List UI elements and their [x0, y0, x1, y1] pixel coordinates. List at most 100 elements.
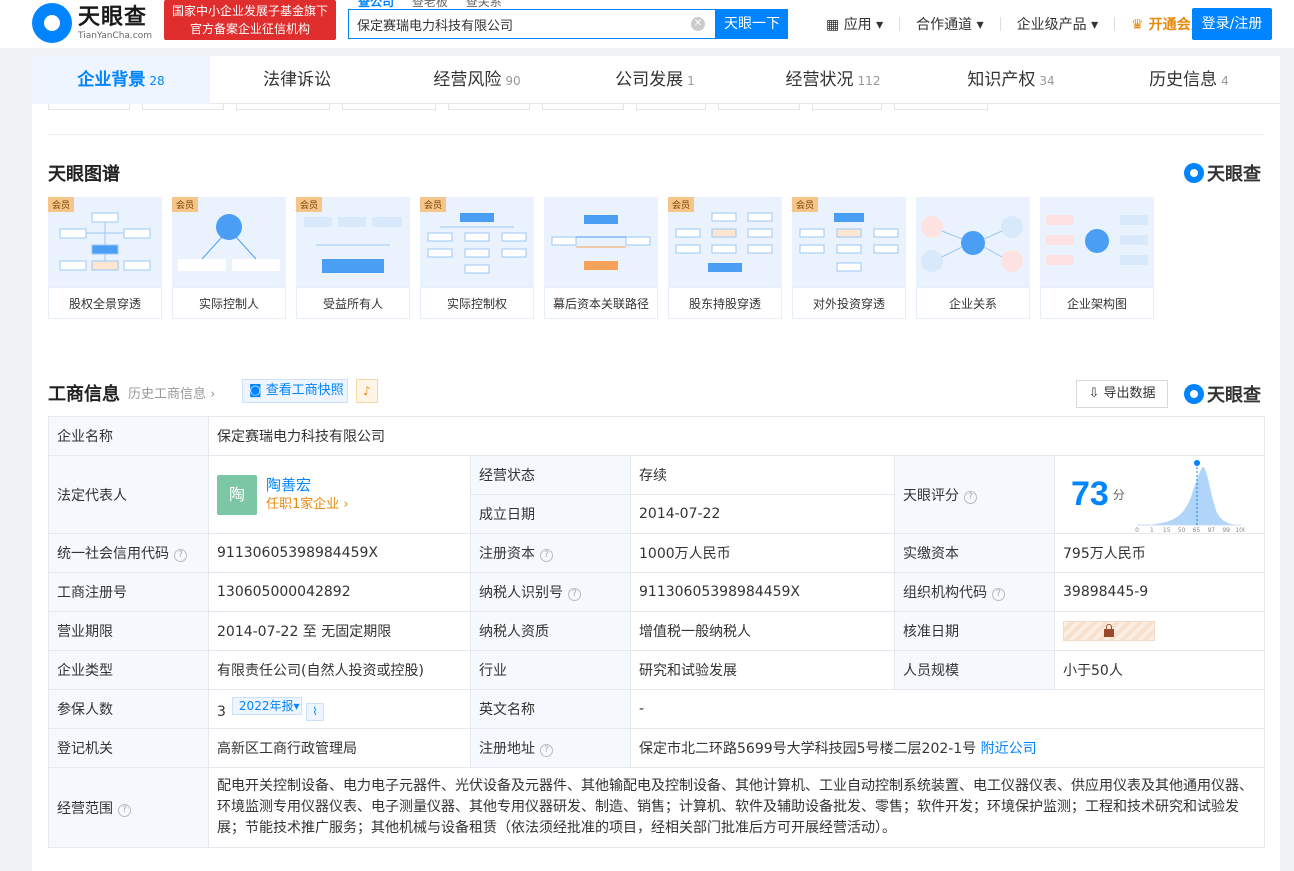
- relation-diagram-icon: [921, 216, 1023, 272]
- graph-brand: 天眼查: [1184, 160, 1261, 186]
- score-tick-label: 97: [1207, 527, 1215, 533]
- help-icon[interactable]: ?: [540, 744, 553, 757]
- official-badge[interactable]: 国家中小企业发展子基金旗下 官方备案企业征信机构: [164, 0, 336, 40]
- founded-date: 2014-07-22: [630, 494, 895, 534]
- graph-section-title: 天眼图谱: [48, 164, 120, 185]
- tianyan-score[interactable]: 73 分 0 1 15 50 65 97 99 100: [1054, 455, 1265, 534]
- nearby-companies-link[interactable]: 附近公司: [981, 741, 1037, 757]
- site-logo[interactable]: 天眼查 TianYanCha.com: [32, 3, 152, 43]
- help-icon[interactable]: ?: [992, 588, 1005, 601]
- english-name: -: [630, 689, 1265, 729]
- org-code: 39898445-9: [1054, 572, 1265, 612]
- lock-icon: [1104, 624, 1114, 637]
- search-input[interactable]: 保定赛瑞电力科技有限公司 ✕: [348, 9, 716, 39]
- graph-card-controller[interactable]: 会员 实际控制人: [172, 197, 286, 319]
- rep-name-link[interactable]: 陶善宏: [266, 475, 349, 495]
- avatar[interactable]: 陶: [217, 474, 257, 515]
- tab-legal[interactable]: 法律诉讼: [210, 56, 388, 104]
- badge-line1: 国家中小企业发展子基金旗下: [171, 4, 328, 18]
- registered-address: 保定市北二环路5699号大学科技园5号楼二层202-1号 附近公司: [630, 728, 1265, 768]
- logo-en: TianYanCha.com: [78, 30, 153, 41]
- graph-cards: 会员 股权全景穿透 会员 实际控制人 会员 受益所有人 会员 实际控制权 幕后资…: [48, 197, 1164, 319]
- graph-card-relation[interactable]: 企业关系: [916, 197, 1030, 319]
- tab-risk[interactable]: 经营风险 90: [388, 56, 566, 104]
- registered-capital: 1000万人民币: [630, 533, 895, 573]
- tab-operation[interactable]: 经营状况 112: [744, 56, 922, 104]
- nav-partner[interactable]: 合作通道 ▾: [916, 14, 983, 34]
- graph-card-capital-path[interactable]: 幕后资本关联路径: [544, 197, 658, 319]
- business-scope: 配电开关控制设备、电力电子元器件、光伏设备及元器件、其他输配电及控制设备、其他计…: [208, 767, 1265, 848]
- taxpayer-id: 91130605398984459X: [630, 572, 895, 612]
- graph-card-beneficiary[interactable]: 会员 受益所有人: [296, 197, 410, 319]
- cut-off-chips: [48, 104, 1000, 110]
- nav-apps[interactable]: ▦ 应用 ▾: [826, 14, 883, 34]
- equity-diagram-icon: [59, 212, 151, 271]
- status-value: 存续: [630, 455, 895, 495]
- registration-authority: 高新区工商行政管理局: [208, 728, 471, 768]
- score-distribution-chart: 0 1 15 50 65 97 99 100: [1135, 459, 1245, 533]
- badge-line2: 官方备案企业征信机构: [189, 22, 310, 36]
- tab-history[interactable]: 历史信息 4: [1100, 56, 1278, 104]
- beneficiary-diagram-icon: [304, 217, 402, 273]
- info-section-title: 工商信息: [48, 384, 120, 405]
- business-term: 2014-07-22 至 无固定期限: [208, 611, 471, 651]
- score-tick-label: 100: [1235, 527, 1245, 533]
- control-right-diagram-icon: [427, 213, 527, 274]
- login-button[interactable]: 登录/注册: [1192, 8, 1272, 40]
- info-brand: 天眼查: [1184, 381, 1261, 407]
- nav-enterprise[interactable]: 企业级产品 ▾: [1017, 14, 1098, 34]
- help-icon[interactable]: ?: [540, 549, 553, 562]
- graph-card-control-right[interactable]: 会员 实际控制权: [420, 197, 534, 319]
- graph-card-equity[interactable]: 会员 股权全景穿透: [48, 197, 162, 319]
- info-section-header: 工商信息 历史工商信息 › ◙ 查看工商快照 ♪ ⇩ 导出数据 天眼查: [48, 376, 1264, 408]
- taxpayer-qualification: 增值税一般纳税人: [630, 611, 895, 651]
- help-icon[interactable]: ?: [568, 588, 581, 601]
- score-tick-label: 1: [1150, 527, 1154, 533]
- snapshot-button[interactable]: ◙ 查看工商快照: [242, 379, 348, 403]
- bell-icon[interactable]: ♪: [356, 379, 378, 403]
- score-tick-label: 99: [1222, 527, 1230, 533]
- help-icon[interactable]: ?: [174, 549, 187, 562]
- graph-card-investment[interactable]: 会员 对外投资穿透: [792, 197, 906, 319]
- score-tick-label: 0: [1135, 527, 1139, 533]
- export-button[interactable]: ⇩ 导出数据: [1076, 380, 1168, 408]
- score-tick-label: 15: [1163, 527, 1171, 533]
- credit-code: 91130605398984459X: [208, 533, 471, 573]
- divider: [48, 134, 1264, 135]
- brand-eye-icon: [1184, 163, 1204, 183]
- logo-eye-icon: [32, 3, 72, 43]
- investment-diagram-icon: [799, 213, 899, 272]
- tab-development[interactable]: 公司发展 1: [566, 56, 744, 104]
- search-tab-boss[interactable]: 查老板: [412, 0, 448, 9]
- help-icon[interactable]: ?: [118, 803, 131, 817]
- shareholder-diagram-icon: [675, 212, 773, 272]
- search-button[interactable]: 天眼一下: [716, 9, 788, 39]
- tab-ip[interactable]: 知识产权 34: [922, 56, 1100, 104]
- history-link[interactable]: 历史工商信息 ›: [128, 383, 215, 402]
- brand-eye-icon: [1184, 384, 1204, 404]
- search-tab-relation[interactable]: 查关系: [466, 0, 502, 9]
- rep-jobs-link[interactable]: 任职1家企业 ›: [266, 495, 349, 515]
- company-type: 有限责任公司(自然人投资或控股): [208, 650, 471, 690]
- graph-card-structure[interactable]: 企业架构图: [1040, 197, 1154, 319]
- main-card: 企业背景 28 法律诉讼 经营风险 90 公司发展 1 经营状况 112 知识产权 34 …: [32, 56, 1280, 871]
- score-tick-label: 65: [1192, 527, 1200, 533]
- registration-number: 130605000042892: [208, 572, 471, 612]
- search-value: 保定赛瑞电力科技有限公司: [357, 18, 514, 34]
- header-nav: ▦ 应用 ▾ 合作通道 ▾ 企业级产品 ▾ ♛ 开通会员 ▾: [826, 14, 1232, 34]
- section-tabs: 企业背景 28 法律诉讼 经营风险 90 公司发展 1 经营状况 112 知识产权 34 …: [32, 56, 1280, 104]
- capital-path-diagram-icon: [551, 215, 651, 270]
- score-tick-label: 50: [1178, 527, 1186, 533]
- industry: 研究和试验发展: [630, 650, 895, 690]
- structure-diagram-icon: [1046, 215, 1148, 265]
- tab-background[interactable]: 企业背景 28: [32, 56, 210, 104]
- clear-icon[interactable]: ✕: [691, 17, 705, 31]
- help-icon[interactable]: ?: [964, 490, 977, 504]
- company-name: 保定赛瑞电力科技有限公司: [208, 416, 1265, 456]
- controller-diagram-icon: [178, 214, 280, 271]
- year-report-select[interactable]: 2022年报▾: [231, 697, 302, 715]
- locked-value[interactable]: [1063, 621, 1155, 641]
- search-tab-company[interactable]: 查公司: [358, 0, 394, 9]
- trend-chart-icon[interactable]: ⌇: [305, 703, 324, 721]
- graph-card-shareholder[interactable]: 会员 股东持股穿透: [668, 197, 782, 319]
